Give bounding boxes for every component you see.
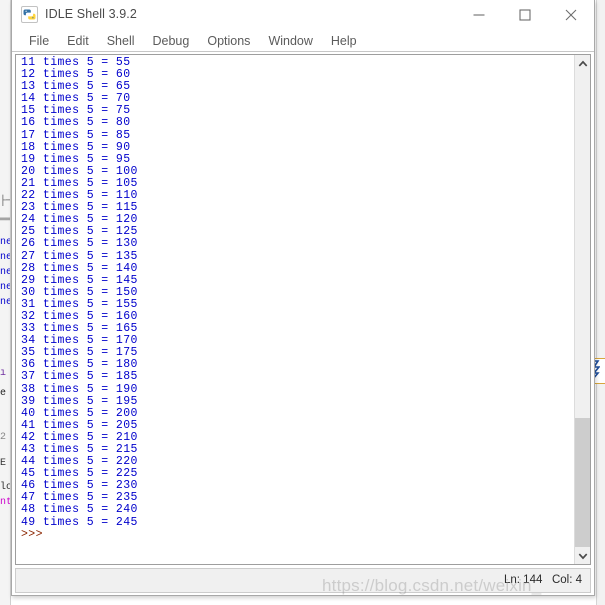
background-text-fragment: e xyxy=(0,388,7,399)
shell-output-line: 37 times 5 = 185 xyxy=(21,370,138,384)
chevron-up-icon xyxy=(578,60,587,66)
scrollbar-down-button[interactable] xyxy=(575,547,590,564)
vertical-scrollbar[interactable] xyxy=(574,55,590,564)
background-text-fragment: E xyxy=(0,458,7,469)
shell-output-line: 28 times 5 = 140 xyxy=(21,261,138,275)
shell-output-line: 17 times 5 = 85 xyxy=(21,128,131,142)
shell-output-area[interactable]: 11 times 5 = 55 12 times 5 = 60 13 times 5… xyxy=(16,55,574,564)
menu-item-window[interactable]: Window xyxy=(259,30,321,50)
scrollbar-thumb[interactable] xyxy=(575,418,590,564)
background-window-left[interactable]: ├─ ══ ne ne ne ne ne ı e 2 Elo nt xyxy=(0,0,11,605)
minimize-button[interactable] xyxy=(456,0,502,30)
idle-shell-window: IDLE Shell 3.9.2 File Edit Shell Debug Op xyxy=(11,0,595,596)
minimize-icon xyxy=(473,14,485,16)
menu-item-file[interactable]: File xyxy=(20,30,58,50)
background-window-right[interactable] xyxy=(596,0,605,605)
shell-output-line: 27 times 5 = 135 xyxy=(21,249,138,263)
menu-item-debug[interactable]: Debug xyxy=(144,30,199,50)
close-button[interactable] xyxy=(548,0,594,30)
title-bar[interactable]: IDLE Shell 3.9.2 xyxy=(12,0,594,30)
shell-output-line: 40 times 5 = 200 xyxy=(21,406,138,420)
window-title: IDLE Shell 3.9.2 xyxy=(45,7,137,21)
background-text-fragment: lo xyxy=(0,482,11,493)
shell-output-line: 29 times 5 = 145 xyxy=(21,273,138,287)
background-text-fragment: ne xyxy=(0,282,11,293)
background-text-fragment: ne xyxy=(0,252,11,263)
screen-root: ├─ ══ ne ne ne ne ne ı e 2 Elo nt IDLE Shell 3.9.2 xyxy=(0,0,605,605)
scrollbar-up-button[interactable] xyxy=(575,55,590,72)
background-text-fragment: ne xyxy=(0,237,11,248)
menu-bar: File Edit Shell Debug Options Window Help xyxy=(12,30,594,52)
background-text-fragment: ├─ xyxy=(0,196,11,207)
shell-text-region: 11 times 5 = 55 12 times 5 = 60 13 times 5… xyxy=(15,54,591,565)
shell-output-line: 38 times 5 = 190 xyxy=(21,382,138,396)
close-icon xyxy=(565,9,577,21)
background-text-fragment: ne xyxy=(0,267,11,278)
maximize-button[interactable] xyxy=(502,0,548,30)
menu-item-help[interactable]: Help xyxy=(322,30,366,50)
shell-output-line: 26 times 5 = 130 xyxy=(21,237,138,251)
background-text-fragment: nt xyxy=(0,497,11,508)
shell-output-line: 18 times 5 = 90 xyxy=(21,140,131,154)
background-text-fragment: ı xyxy=(0,368,7,379)
shell-output-line: 49 times 5 = 245 xyxy=(21,515,138,529)
shell-output-line: 16 times 5 = 80 xyxy=(21,116,131,130)
background-text-fragment: ══ xyxy=(0,215,11,226)
background-text-fragment: 2 xyxy=(0,432,7,443)
menu-item-shell[interactable]: Shell xyxy=(98,30,144,50)
shell-output-line: 39 times 5 = 195 xyxy=(21,394,138,408)
shell-prompt[interactable]: >>> xyxy=(21,528,574,541)
menu-item-edit[interactable]: Edit xyxy=(58,30,98,50)
python-idle-icon xyxy=(21,6,38,23)
status-bar: Ln: 144 Col: 4 xyxy=(15,568,591,593)
cursor-position-indicator: Ln: 144 Col: 4 xyxy=(504,574,582,586)
chevron-down-icon xyxy=(578,553,587,559)
menu-item-options[interactable]: Options xyxy=(198,30,259,50)
shell-output-line: 48 times 5 = 240 xyxy=(21,503,138,517)
background-text-fragment: ne xyxy=(0,297,11,308)
maximize-icon xyxy=(519,9,531,21)
